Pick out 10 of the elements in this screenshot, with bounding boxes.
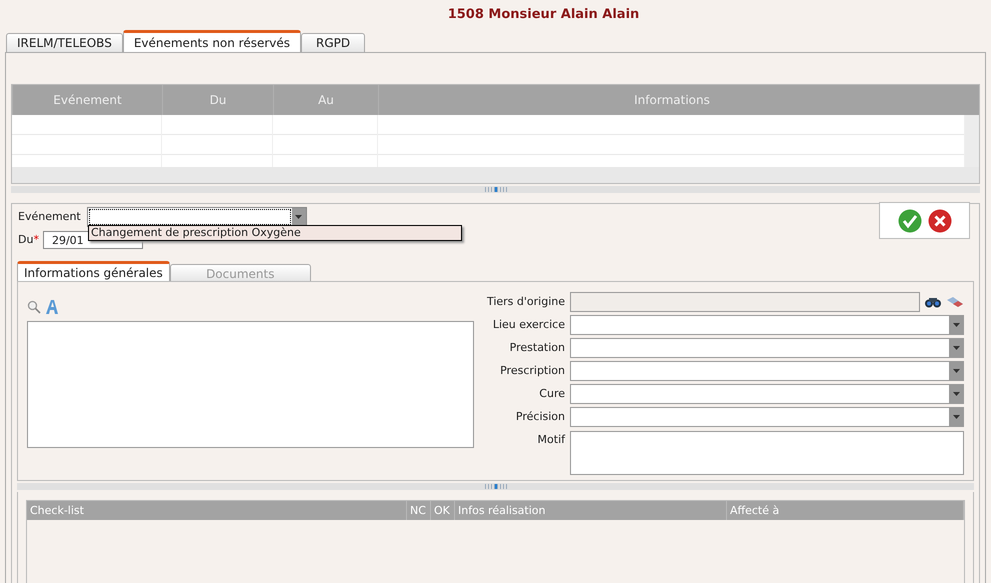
field-label: Prestation: [508, 340, 566, 356]
field-label: Motif: [536, 432, 566, 448]
field-label: Cure: [538, 386, 566, 402]
field-label: Tiers d'origine: [486, 294, 566, 310]
field-label: Précision: [514, 409, 566, 425]
field-label: Lieu exercice: [492, 317, 566, 333]
field-label: Evénement: [18, 208, 81, 225]
patient-title: 1508 Monsieur Alain Alain: [448, 6, 640, 24]
field-label: Prescription: [499, 363, 566, 379]
field-label: Du*: [18, 232, 39, 248]
